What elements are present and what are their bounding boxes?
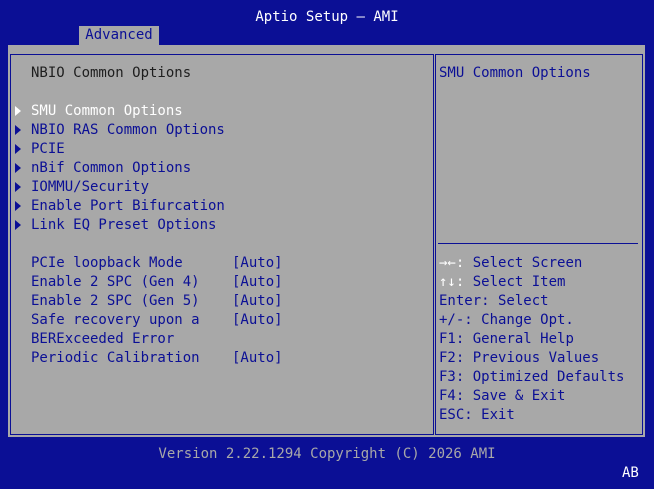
keyhelp-action: Optimized Defaults: [464, 369, 625, 385]
keyhelp-key: Enter:: [439, 293, 490, 309]
keyhelp-action: Change Opt.: [472, 312, 574, 328]
keyhelp-action: Previous Values: [464, 350, 600, 366]
keyhelp-key: F1:: [439, 331, 465, 347]
keyhelp-select-item: ↑↓: Select Item: [439, 273, 565, 292]
option-value-safe-recovery[interactable]: [Auto]: [232, 311, 283, 330]
option-value-enable-2-spc-gen5[interactable]: [Auto]: [232, 292, 283, 311]
window-title: Aptio Setup – AMI: [255, 9, 399, 25]
keyhelp-action: Exit: [472, 407, 515, 423]
submenu-arrow-icon: [15, 182, 21, 192]
option-label-pcie-loopback-mode[interactable]: PCIe loopback Mode: [31, 254, 183, 273]
option-value-periodic-calibration[interactable]: [Auto]: [232, 349, 283, 368]
submenu-arrow-icon: [15, 163, 21, 173]
keyhelp-esc: ESC: Exit: [439, 406, 515, 425]
keyhelp-f1: F1: General Help: [439, 330, 574, 349]
submenu-enable-port-bifurcation[interactable]: Enable Port Bifurcation: [31, 197, 225, 216]
submenu-arrow-icon: [15, 220, 21, 230]
version-footer: Version 2.22.1294 Copyright (C) 2026 AMI: [158, 446, 496, 462]
option-label-berexceeded-error[interactable]: BERExceeded Error: [31, 330, 174, 349]
option-value-enable-2-spc-gen4[interactable]: [Auto]: [232, 273, 283, 292]
submenu-nbif-common-options[interactable]: nBif Common Options: [31, 159, 191, 178]
keyhelp-action: Select: [489, 293, 549, 309]
submenu-arrow-icon: [15, 106, 21, 116]
tab-advanced[interactable]: Advanced: [79, 26, 159, 45]
help-divider: [438, 243, 638, 244]
option-label-enable-2-spc-gen4[interactable]: Enable 2 SPC (Gen 4): [31, 273, 200, 292]
keyhelp-action: Select Screen: [464, 255, 583, 271]
keyhelp-action: General Help: [464, 331, 574, 347]
keyhelp-key: +/-:: [439, 312, 473, 328]
submenu-iommu-security[interactable]: IOMMU/Security: [31, 178, 149, 197]
keyhelp-action: Save & Exit: [464, 388, 566, 404]
option-label-safe-recovery[interactable]: Safe recovery upon a: [31, 311, 200, 330]
keyhelp-change-opt: +/-: Change Opt.: [439, 311, 574, 330]
corner-badge: AB: [622, 465, 639, 481]
keyhelp-key: ESC:: [439, 407, 473, 423]
option-label-periodic-calibration[interactable]: Periodic Calibration: [31, 349, 200, 368]
submenu-pcie[interactable]: PCIE: [31, 140, 65, 159]
page-title: NBIO Common Options: [31, 65, 192, 81]
keyhelp-key: F2:: [439, 350, 465, 366]
submenu-arrow-icon: [15, 201, 21, 211]
keyhelp-key: →←:: [439, 255, 465, 271]
submenu-nbio-ras-common-options[interactable]: NBIO RAS Common Options: [31, 121, 225, 140]
keyhelp-f3: F3: Optimized Defaults: [439, 368, 624, 387]
option-value-pcie-loopback-mode[interactable]: [Auto]: [232, 254, 283, 273]
keyhelp-enter: Enter: Select: [439, 292, 549, 311]
keyhelp-key: ↑↓:: [439, 274, 465, 290]
submenu-arrow-icon: [15, 144, 21, 154]
submenu-arrow-icon: [15, 125, 21, 135]
option-label-enable-2-spc-gen5[interactable]: Enable 2 SPC (Gen 5): [31, 292, 200, 311]
keyhelp-f2: F2: Previous Values: [439, 349, 599, 368]
bios-screen: Aptio Setup – AMI Advanced NBIO Common O…: [0, 0, 654, 489]
keyhelp-key: F3:: [439, 369, 465, 385]
keyhelp-f4: F4: Save & Exit: [439, 387, 565, 406]
keyhelp-select-screen: →←: Select Screen: [439, 254, 582, 273]
submenu-link-eq-preset-options[interactable]: Link EQ Preset Options: [31, 216, 216, 235]
keyhelp-action: Select Item: [464, 274, 566, 290]
submenu-smu-common-options[interactable]: SMU Common Options: [31, 102, 183, 121]
help-description: SMU Common Options: [439, 65, 591, 81]
keyhelp-key: F4:: [439, 388, 465, 404]
